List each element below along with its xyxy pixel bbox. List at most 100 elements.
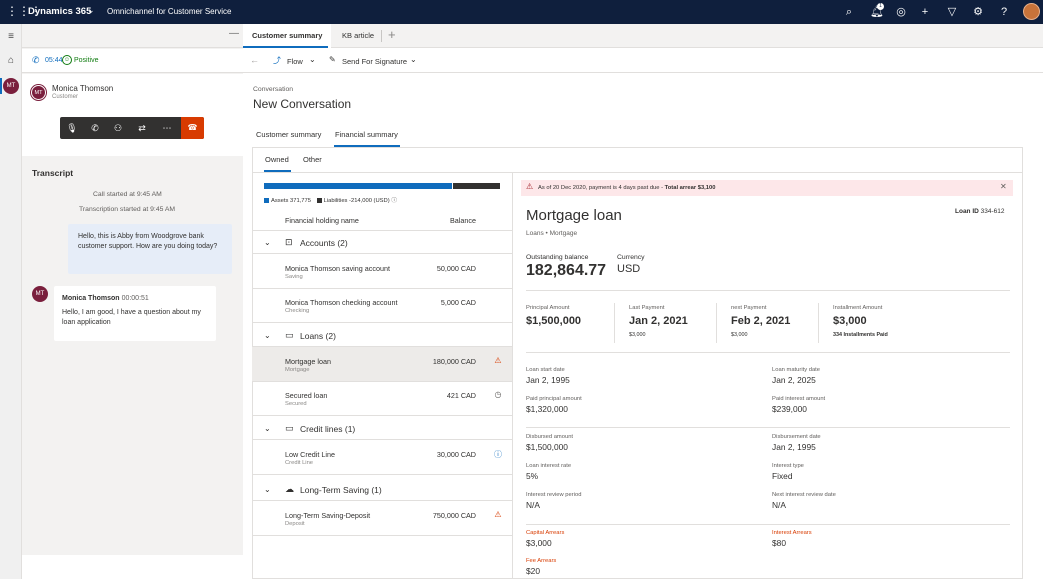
- holding-balance: 180,000 CAD: [432, 357, 476, 366]
- currency-value: USD: [617, 263, 641, 275]
- help-icon[interactable]: ?: [996, 4, 1012, 20]
- message-text: Hello, I am good, I have a question abou…: [62, 309, 201, 326]
- plus-icon[interactable]: +: [917, 4, 933, 20]
- end-call-button[interactable]: ☎: [181, 117, 204, 139]
- assist-icon[interactable]: ◎: [893, 4, 909, 20]
- field-label: Interest Arrears: [772, 530, 812, 536]
- chevron-down-icon[interactable]: ⌄: [87, 5, 95, 16]
- field-value: $1,500,000: [526, 442, 568, 452]
- mute-icon[interactable]: 🎙︎: [65, 121, 79, 135]
- assets-bar: [264, 183, 452, 189]
- active-tab-indicator: [243, 46, 328, 48]
- chevron-down-icon[interactable]: ⌄: [264, 424, 271, 433]
- holding-balance: 5,000 CAD: [440, 298, 476, 307]
- message-time: 00:00:51: [121, 295, 149, 302]
- divider: [252, 474, 512, 475]
- group-label[interactable]: Loans (2): [300, 331, 336, 341]
- tab-owned[interactable]: Owned: [265, 155, 289, 164]
- brand-name[interactable]: Dynamics 365: [28, 6, 91, 17]
- send-for-signature-button[interactable]: Send For Signature: [342, 57, 407, 66]
- chevron-down-icon[interactable]: ⌄: [309, 55, 316, 64]
- flow-button[interactable]: Flow: [287, 57, 303, 66]
- warning-icon[interactable]: ⚠: [492, 510, 504, 519]
- customer-avatar: MT: [31, 85, 46, 100]
- field-value: Fixed: [772, 471, 793, 481]
- kpi-label: Principal Amount: [526, 305, 570, 311]
- system-message: Call started at 9:45 AM: [93, 191, 162, 198]
- chevron-down-icon[interactable]: ⌄: [264, 238, 271, 247]
- column-header-balance[interactable]: Balance: [450, 216, 476, 225]
- filter-icon[interactable]: ▽: [944, 4, 960, 20]
- tab-customer-summary[interactable]: Customer summary: [243, 24, 332, 48]
- alert-prefix: As of 20 Dec 2020, payment is 4 days pas…: [538, 185, 665, 191]
- divider: [252, 415, 512, 416]
- tab-kb-article[interactable]: KB article: [333, 24, 383, 48]
- hold-icon[interactable]: ✆: [88, 121, 102, 135]
- alert-total: Total arrear $3,100: [664, 185, 716, 191]
- holding-name[interactable]: Secured loan: [285, 391, 327, 400]
- holding-name[interactable]: Long-Term Saving-Deposit: [285, 511, 370, 520]
- phone-icon: ✆: [32, 55, 40, 65]
- back-arrow-icon[interactable]: ←: [250, 55, 259, 65]
- search-icon[interactable]: ⌕: [841, 4, 857, 20]
- chevron-down-icon[interactable]: ⌄: [410, 55, 417, 64]
- holding-type: Checking: [285, 308, 310, 314]
- app-name[interactable]: Omnichannel for Customer Service: [107, 7, 232, 16]
- divider: [526, 427, 1010, 428]
- field-label: Loan maturity date: [772, 367, 821, 373]
- user-avatar[interactable]: [1023, 3, 1040, 20]
- minimize-icon[interactable]: —: [229, 29, 239, 39]
- gear-icon[interactable]: ⚙: [970, 4, 986, 20]
- close-icon[interactable]: ✕: [1000, 182, 1007, 191]
- kpi-label: next Payment: [731, 305, 767, 311]
- divider: [716, 303, 717, 343]
- kpi-subvalue: 334 Installments Paid: [833, 332, 888, 338]
- field-label: Paid interest amount: [772, 396, 826, 402]
- chevron-down-icon[interactable]: ⌄: [264, 331, 271, 340]
- holding-name[interactable]: Low Credit Line: [285, 450, 335, 459]
- entity-label: Conversation: [253, 86, 294, 93]
- info-icon[interactable]: ⓘ: [492, 449, 504, 460]
- chevron-down-icon[interactable]: ⌄: [264, 485, 271, 494]
- customer-name[interactable]: Monica Thomson: [52, 84, 113, 93]
- holding-name[interactable]: Monica Thomson saving account: [285, 264, 390, 273]
- warning-icon: ⚠: [526, 182, 534, 191]
- warning-icon[interactable]: ⚠: [492, 356, 504, 365]
- group-label[interactable]: Credit lines (1): [300, 424, 355, 434]
- column-header-name[interactable]: Financial holding name: [285, 216, 359, 225]
- notification-badge: 1: [877, 3, 884, 10]
- add-tab-icon[interactable]: +: [388, 27, 396, 42]
- consult-icon[interactable]: ⚇: [111, 121, 125, 135]
- customer-message: Monica Thomson 00:00:51 Hello, I am good,…: [54, 286, 216, 341]
- info-icon[interactable]: ⓘ: [391, 198, 397, 204]
- field-label: Capital Arrears: [526, 530, 565, 536]
- field-value: $20: [526, 566, 540, 576]
- holding-type: Secured: [285, 401, 307, 407]
- loan-id-value: 334-612: [980, 208, 1005, 215]
- clock-icon[interactable]: ◷: [492, 390, 504, 399]
- holding-name[interactable]: Monica Thomson checking account: [285, 298, 398, 307]
- more-icon[interactable]: ⋯: [160, 121, 174, 135]
- hamburger-icon[interactable]: ≡: [4, 30, 18, 44]
- loan-id-label: Loan ID: [955, 208, 979, 215]
- page-title: New Conversation: [253, 97, 352, 111]
- kpi-subvalue: $3,000: [731, 332, 748, 338]
- group-label[interactable]: Accounts (2): [300, 238, 348, 248]
- tab-other[interactable]: Other: [303, 155, 322, 164]
- tab-financial-summary[interactable]: Financial summary: [335, 130, 398, 139]
- liabilities-label: Liabilities -214,000 (USD): [323, 198, 390, 204]
- tab-customer-summary-sub[interactable]: Customer summary: [256, 130, 321, 139]
- group-label[interactable]: Long-Term Saving (1): [300, 485, 382, 495]
- customer-avatar: MT: [32, 286, 48, 302]
- detail-title: Mortgage loan: [526, 207, 622, 224]
- kpi-value: $1,500,000: [526, 315, 582, 327]
- transfer-icon[interactable]: ⇄: [135, 121, 149, 135]
- holding-balance: 30,000 CAD: [436, 450, 476, 459]
- loan-icon: ▭: [285, 330, 294, 340]
- field-value: Jan 2, 1995: [526, 375, 570, 385]
- divider: [526, 290, 1010, 291]
- session-avatar[interactable]: MT: [3, 78, 19, 94]
- holding-name[interactable]: Mortgage loan: [285, 357, 331, 366]
- app-launcher-icon[interactable]: ⋮⋮⋮: [6, 5, 42, 18]
- home-icon[interactable]: ⌂: [4, 54, 18, 68]
